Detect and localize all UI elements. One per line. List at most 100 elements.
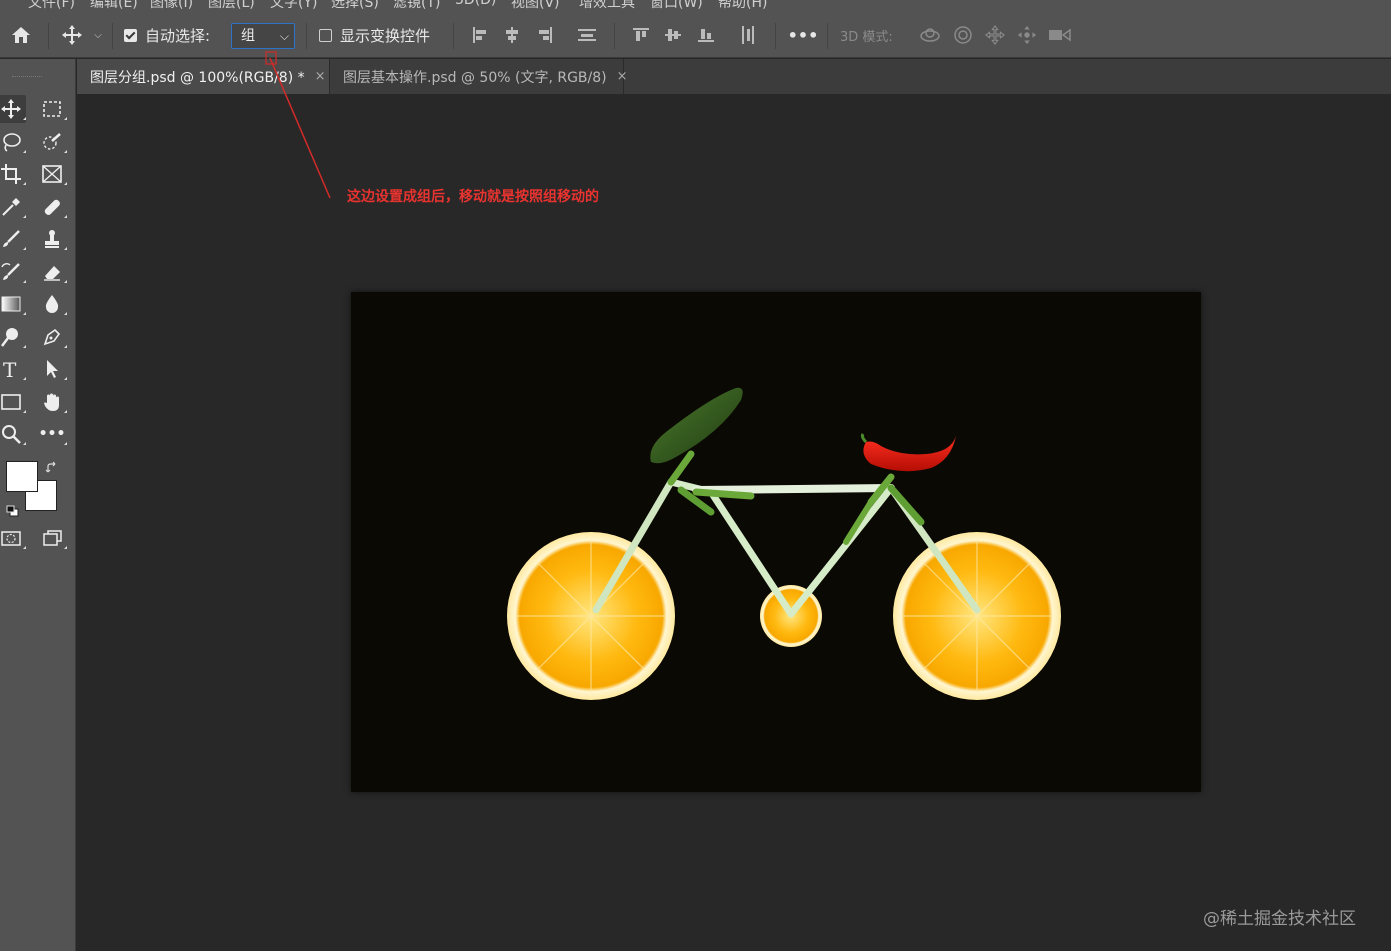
gradient-tool-button[interactable] — [0, 290, 26, 318]
close-icon[interactable]: × — [315, 69, 326, 84]
divider — [827, 23, 828, 49]
tools-panel: T ••• — [0, 59, 76, 951]
align-right-icon[interactable] — [533, 12, 557, 58]
menu-edit[interactable]: 编辑(E) — [90, 0, 138, 12]
quick-mask-button[interactable] — [0, 524, 26, 552]
screen-mode-button[interactable] — [37, 524, 67, 552]
rectangle-icon — [1, 394, 21, 410]
default-colors-icon[interactable] — [6, 502, 20, 517]
panel-grip[interactable] — [12, 76, 42, 80]
bandage-icon — [44, 199, 60, 215]
auto-select-dropdown[interactable]: 组 ⌵ — [231, 23, 295, 49]
marquee-tool-button[interactable] — [37, 95, 67, 123]
auto-select-value: 组 — [241, 28, 255, 44]
align-vertical-center-icon[interactable] — [661, 12, 685, 58]
tool-preset-chevron-down-icon[interactable]: ⌵ — [90, 12, 106, 58]
eraser-tool-button[interactable] — [37, 258, 67, 286]
align-left-icon[interactable] — [468, 12, 492, 58]
frame-tool-button[interactable] — [37, 160, 67, 188]
eyedropper-tool-button[interactable] — [0, 193, 26, 221]
menu-plugins[interactable]: 增效工具 — [579, 0, 635, 12]
tab-label: 图层基本操作.psd @ 50% (文字, RGB/8) — [343, 69, 607, 86]
distribute-horizontal-icon[interactable] — [736, 12, 760, 58]
menu-layer[interactable]: 图层(L) — [208, 0, 255, 12]
menu-window[interactable]: 窗口(W) — [650, 0, 703, 12]
svg-text:T: T — [3, 358, 17, 380]
3d-roll-icon[interactable] — [950, 12, 976, 58]
auto-select-checkbox[interactable] — [122, 12, 138, 58]
align-top-icon[interactable] — [629, 12, 653, 58]
menu-filter[interactable]: 滤镜(T) — [393, 0, 440, 12]
close-icon[interactable]: × — [617, 69, 628, 84]
more-options-icon[interactable]: ••• — [788, 12, 819, 58]
chili-handlebar — [860, 433, 956, 472]
gradient-icon — [1, 296, 21, 312]
crop-icon — [1, 164, 21, 184]
dodge-tool-button[interactable] — [0, 323, 26, 351]
divider — [306, 23, 307, 49]
document-tab-bar: 图层分组.psd @ 100%(RGB/8) * × 图层基本操作.psd @ … — [77, 59, 1391, 94]
divider — [48, 23, 49, 49]
stamp-icon — [45, 230, 59, 248]
menu-3d[interactable]: 3D(D) — [455, 0, 496, 8]
zoom-tool-button[interactable] — [0, 420, 26, 448]
hand-tool-button[interactable] — [37, 388, 67, 416]
quick-selection-tool-button[interactable] — [37, 128, 67, 156]
path-selection-tool-button[interactable] — [37, 355, 67, 383]
history-brush-tool-button[interactable] — [0, 258, 26, 286]
options-bar: ⌵ 自动选择: 组 ⌵ 显示变换控件 ••• 3D 模式: — [0, 12, 1391, 58]
brush-icon — [3, 230, 20, 247]
rectangle-tool-button[interactable] — [0, 388, 26, 416]
hand-icon — [44, 393, 59, 411]
menu-type[interactable]: 文字(Y) — [270, 0, 317, 12]
3d-slide-icon[interactable] — [1014, 12, 1040, 58]
type-tool-button[interactable]: T — [0, 355, 26, 383]
auto-select-label: 自动选择: — [145, 26, 211, 45]
healing-brush-tool-button[interactable] — [37, 193, 67, 221]
water-drop-icon — [45, 295, 59, 313]
more-tools-icon: ••• — [38, 426, 66, 442]
menu-view[interactable]: 视图(V) — [511, 0, 560, 12]
menu-help[interactable]: 帮助(H) — [718, 0, 767, 12]
crop-tool-button[interactable] — [0, 160, 26, 188]
quick-mask-icon — [1, 531, 21, 546]
document-canvas[interactable] — [351, 292, 1201, 792]
3d-camera-icon[interactable] — [1046, 12, 1074, 58]
swap-colors-icon[interactable] — [45, 460, 59, 474]
pen-tool-button[interactable] — [37, 323, 67, 351]
clone-stamp-tool-button[interactable] — [37, 225, 67, 253]
align-horizontal-center-icon[interactable] — [500, 12, 524, 58]
frame-icon — [42, 165, 62, 183]
foreground-color-swatch[interactable] — [6, 461, 38, 492]
pen-icon — [43, 328, 61, 346]
chevron-down-icon: ⌵ — [279, 29, 289, 43]
eraser-icon — [44, 266, 60, 281]
align-bottom-icon[interactable] — [694, 12, 718, 58]
divider — [112, 23, 113, 49]
menu-select[interactable]: 选择(S) — [331, 0, 379, 12]
menu-bar: 文件(F) 编辑(E) 图像(I) 图层(L) 文字(Y) 选择(S) 滤镜(T… — [0, 0, 1391, 12]
move-tool-button[interactable] — [0, 95, 26, 123]
quick-selection-icon — [43, 133, 61, 150]
move-icon — [1, 99, 21, 119]
divider — [775, 23, 776, 49]
menu-file[interactable]: 文件(F) — [28, 0, 75, 12]
watermark-text: @稀土掘金技术社区 — [1203, 909, 1356, 929]
lasso-tool-button[interactable] — [0, 128, 26, 156]
tab-layer-basics-doc[interactable]: 图层基本操作.psd @ 50% (文字, RGB/8) × — [329, 59, 628, 94]
3d-pan-icon[interactable] — [982, 12, 1008, 58]
distribute-vertical-icon[interactable] — [575, 12, 599, 58]
blur-tool-button[interactable] — [37, 290, 67, 318]
3d-orbit-icon[interactable] — [917, 12, 943, 58]
edit-toolbar-button[interactable]: ••• — [37, 420, 67, 448]
tab-layer-group-doc[interactable]: 图层分组.psd @ 100%(RGB/8) * × — [77, 59, 329, 94]
brush-tool-button[interactable] — [0, 225, 26, 253]
show-transform-checkbox[interactable] — [317, 12, 333, 58]
show-transform-label: 显示变换控件 — [340, 26, 431, 45]
magnifier-icon — [2, 425, 21, 444]
home-icon[interactable] — [6, 12, 36, 58]
screen-mode-icon — [43, 530, 62, 546]
move-tool-icon[interactable] — [58, 12, 86, 58]
menu-image[interactable]: 图像(I) — [150, 0, 193, 12]
divider — [453, 23, 454, 49]
